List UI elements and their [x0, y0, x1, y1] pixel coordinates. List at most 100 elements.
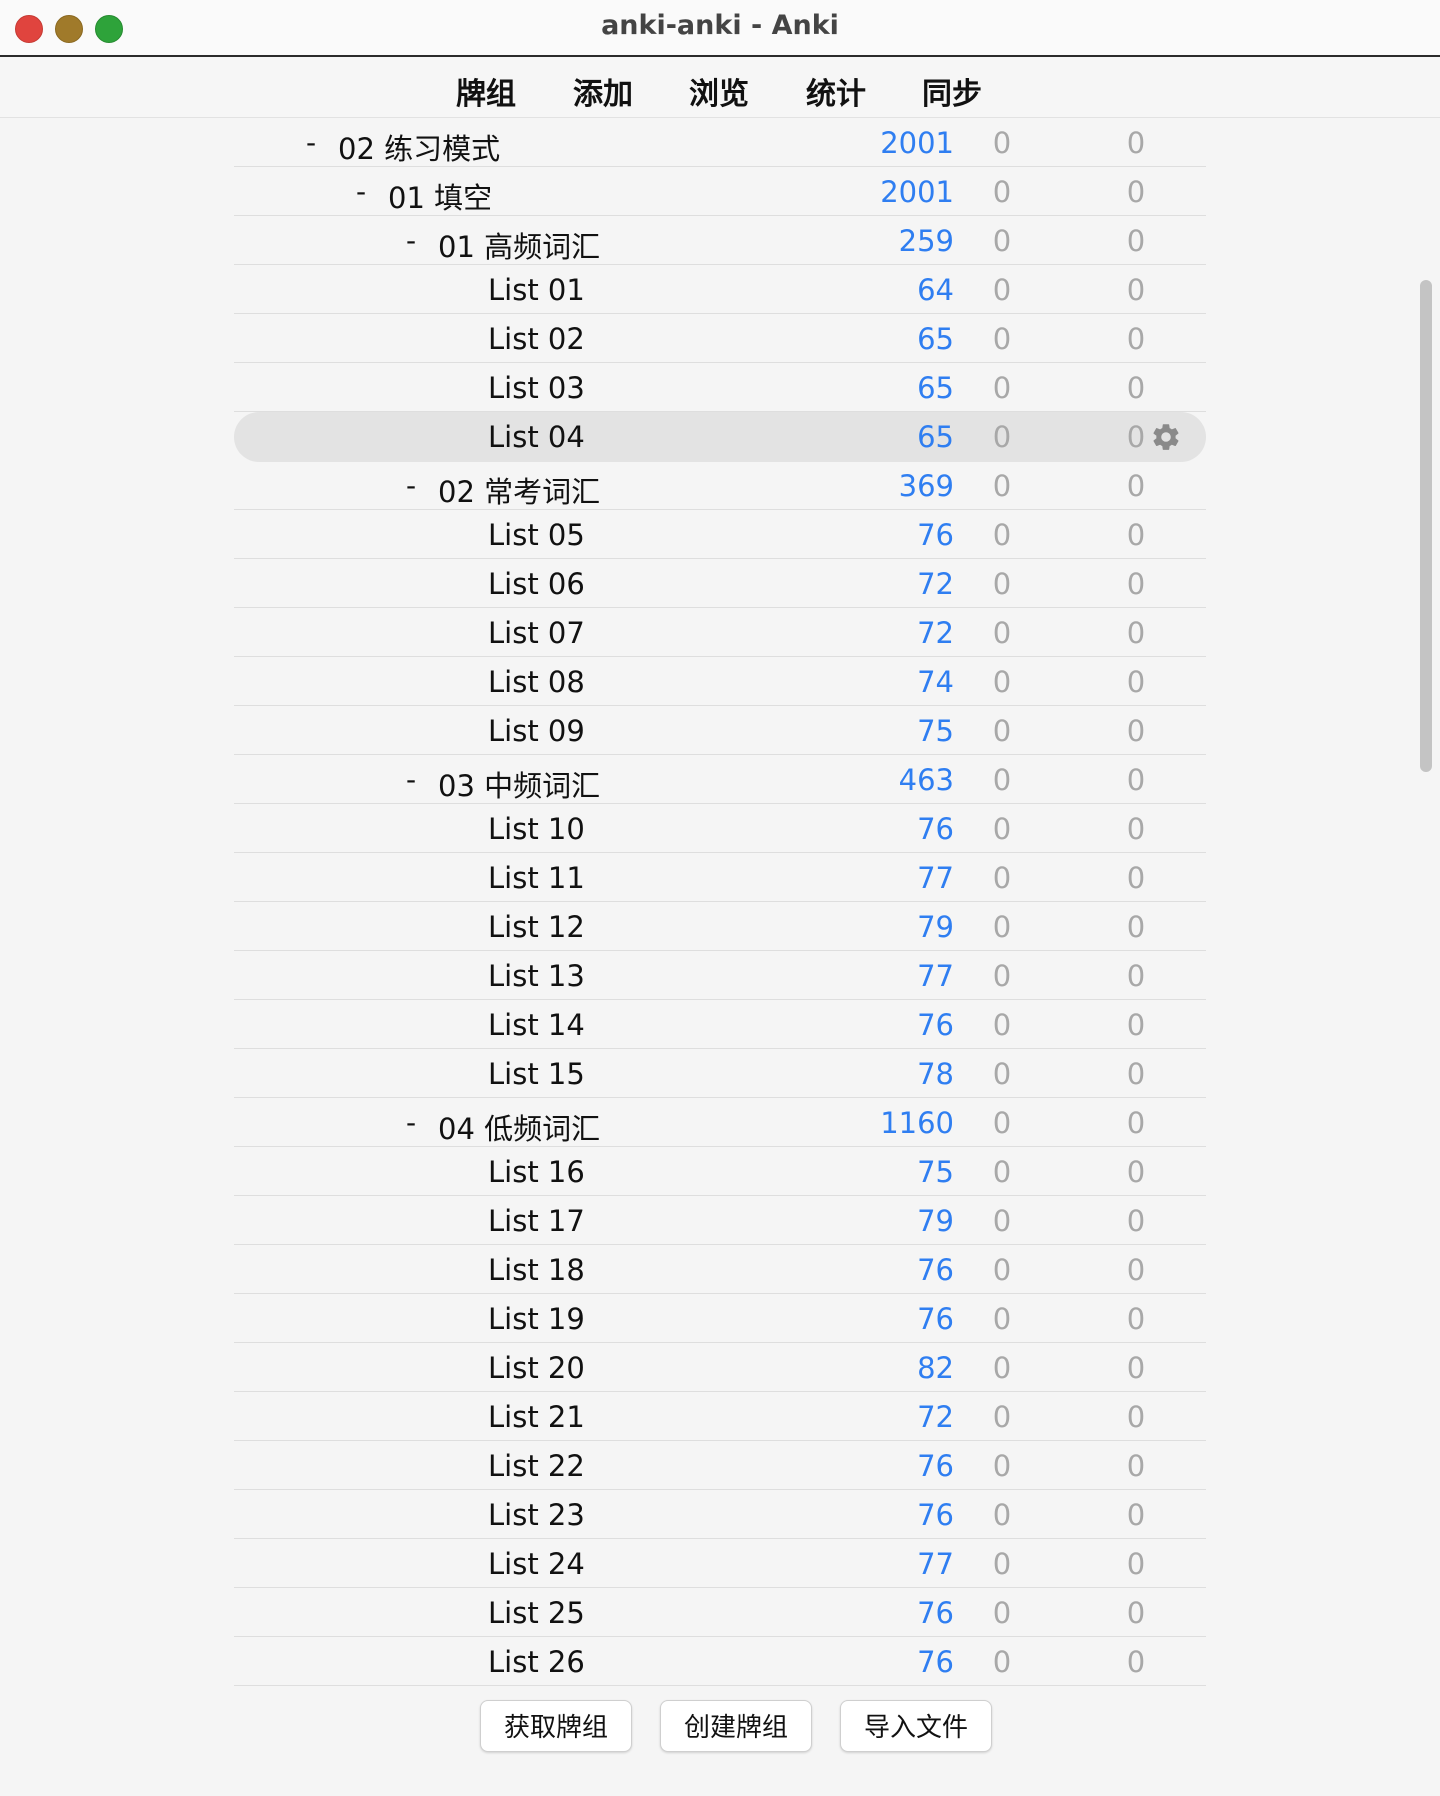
deck-name[interactable]: List 12	[488, 910, 585, 944]
deck-row[interactable]: List 08 74 0 0	[234, 657, 1206, 706]
deck-name[interactable]: List 08	[488, 665, 585, 699]
deck-name[interactable]: List 25	[488, 1596, 585, 1630]
deck-row[interactable]: List 18 76 0 0	[234, 1245, 1206, 1294]
deck-name[interactable]: List 19	[488, 1302, 585, 1336]
deck-row[interactable]: List 12 79 0 0	[234, 902, 1206, 951]
deck-row[interactable]: List 17 79 0 0	[234, 1196, 1206, 1245]
deck-name[interactable]: List 07	[488, 616, 585, 650]
learn-count: 0	[992, 1596, 1012, 1630]
deck-row[interactable]: -01 填空 2001 0 0	[234, 167, 1206, 216]
deck-row[interactable]: List 09 75 0 0	[234, 706, 1206, 755]
collapse-toggle[interactable]: -	[356, 175, 366, 208]
deck-row[interactable]: List 19 76 0 0	[234, 1294, 1206, 1343]
deck-row[interactable]: List 21 72 0 0	[234, 1392, 1206, 1441]
deck-row[interactable]: List 04 65 0 0	[234, 412, 1206, 462]
deck-row[interactable]: List 14 76 0 0	[234, 1000, 1206, 1049]
collapse-toggle[interactable]: -	[406, 1106, 416, 1139]
new-count: 77	[917, 1547, 954, 1581]
deck-row[interactable]: List 22 76 0 0	[234, 1441, 1206, 1490]
deck-name[interactable]: List 21	[488, 1400, 585, 1434]
deck-row[interactable]: List 05 76 0 0	[234, 510, 1206, 559]
deck-row[interactable]: List 23 76 0 0	[234, 1490, 1206, 1539]
deck-row[interactable]: -02 练习模式 2001 0 0	[234, 118, 1206, 167]
deck-name[interactable]: List 04	[488, 420, 585, 454]
create-deck-button[interactable]: 创建牌组	[660, 1700, 812, 1752]
deck-row[interactable]: List 02 65 0 0	[234, 314, 1206, 363]
window-title: anki-anki - Anki	[601, 10, 839, 41]
deck-row[interactable]: -03 中频词汇 463 0 0	[234, 755, 1206, 804]
deck-name[interactable]: List 22	[488, 1449, 585, 1483]
due-count: 0	[1126, 1547, 1146, 1581]
tab-add[interactable]: 添加	[573, 69, 633, 113]
deck-row[interactable]: List 24 77 0 0	[234, 1539, 1206, 1588]
deck-row[interactable]: List 06 72 0 0	[234, 559, 1206, 608]
deck-name[interactable]: List 01	[488, 273, 585, 307]
collapse-toggle[interactable]: -	[406, 224, 416, 257]
get-shared-decks-button[interactable]: 获取牌组	[480, 1700, 632, 1752]
anki-window: anki-anki - Anki 牌组 添加 浏览 统计 同步 -02 练习模式…	[0, 0, 1440, 1796]
deck-name[interactable]: List 03	[488, 371, 585, 405]
deck-name[interactable]: List 05	[488, 518, 585, 552]
deck-name[interactable]: List 23	[488, 1498, 585, 1532]
deck-name[interactable]: List 26	[488, 1645, 585, 1679]
deck-row[interactable]: -01 高频词汇 259 0 0	[234, 216, 1206, 265]
deck-name[interactable]: List 18	[488, 1253, 585, 1287]
deck-name[interactable]: 01 填空	[388, 175, 492, 217]
learn-count: 0	[992, 861, 1012, 895]
gear-icon[interactable]	[1150, 421, 1182, 453]
deck-name[interactable]: 02 练习模式	[338, 126, 500, 168]
deck-row[interactable]: List 07 72 0 0	[234, 608, 1206, 657]
deck-row[interactable]: List 03 65 0 0	[234, 363, 1206, 412]
collapse-toggle[interactable]: -	[306, 126, 316, 159]
deck-row[interactable]: List 01 64 0 0	[234, 265, 1206, 314]
deck-row[interactable]: List 10 76 0 0	[234, 804, 1206, 853]
new-count: 76	[917, 1302, 954, 1336]
deck-row[interactable]: List 20 82 0 0	[234, 1343, 1206, 1392]
deck-name[interactable]: 03 中频词汇	[438, 763, 600, 805]
deck-row[interactable]: List 25 76 0 0	[234, 1588, 1206, 1637]
new-count: 2001	[880, 126, 954, 160]
new-count: 75	[917, 714, 954, 748]
new-count: 76	[917, 1253, 954, 1287]
deck-name[interactable]: List 11	[488, 861, 585, 895]
due-count: 0	[1126, 273, 1146, 307]
new-count: 77	[917, 861, 954, 895]
deck-name[interactable]: 01 高频词汇	[438, 224, 600, 266]
collapse-toggle[interactable]: -	[406, 469, 416, 502]
learn-count: 0	[992, 1008, 1012, 1042]
deck-name[interactable]: List 17	[488, 1204, 585, 1238]
deck-row[interactable]: List 26 76 0 0	[234, 1637, 1206, 1686]
new-count: 76	[917, 1645, 954, 1679]
deck-name[interactable]: List 24	[488, 1547, 585, 1581]
due-count: 0	[1126, 1596, 1146, 1630]
deck-name[interactable]: List 02	[488, 322, 585, 356]
deck-row[interactable]: -02 常考词汇 369 0 0	[234, 461, 1206, 510]
due-count: 0	[1126, 322, 1146, 356]
tab-browse[interactable]: 浏览	[689, 69, 749, 113]
deck-name[interactable]: List 15	[488, 1057, 585, 1091]
deck-row[interactable]: -04 低频词汇 1160 0 0	[234, 1098, 1206, 1147]
deck-row[interactable]: List 16 75 0 0	[234, 1147, 1206, 1196]
vertical-scrollbar[interactable]	[1420, 280, 1432, 772]
tab-decks[interactable]: 牌组	[456, 69, 516, 113]
import-file-button[interactable]: 导入文件	[840, 1700, 992, 1752]
collapse-toggle[interactable]: -	[406, 763, 416, 796]
deck-name[interactable]: List 09	[488, 714, 585, 748]
learn-count: 0	[992, 1253, 1012, 1287]
deck-name[interactable]: List 10	[488, 812, 585, 846]
deck-row[interactable]: List 15 78 0 0	[234, 1049, 1206, 1098]
tab-sync[interactable]: 同步	[922, 69, 982, 113]
due-count: 0	[1126, 1155, 1146, 1189]
deck-name[interactable]: List 06	[488, 567, 585, 601]
due-count: 0	[1126, 1449, 1146, 1483]
deck-row[interactable]: List 11 77 0 0	[234, 853, 1206, 902]
deck-name[interactable]: 04 低频词汇	[438, 1106, 600, 1148]
deck-name[interactable]: List 16	[488, 1155, 585, 1189]
deck-name[interactable]: List 14	[488, 1008, 585, 1042]
deck-name[interactable]: 02 常考词汇	[438, 469, 600, 511]
tab-stats[interactable]: 统计	[806, 69, 866, 113]
deck-name[interactable]: List 20	[488, 1351, 585, 1385]
due-count: 0	[1126, 861, 1146, 895]
deck-name[interactable]: List 13	[488, 959, 585, 993]
deck-row[interactable]: List 13 77 0 0	[234, 951, 1206, 1000]
